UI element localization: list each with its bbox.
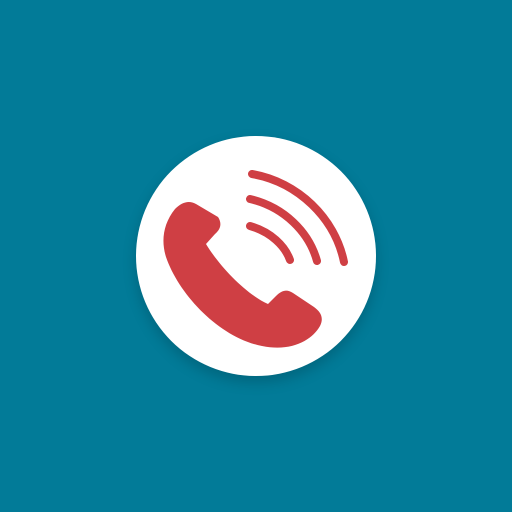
signal-wave-small-icon: [246, 222, 294, 264]
phone-call-icon-svg: [163, 170, 348, 348]
app-icon-canvas: [0, 0, 512, 512]
signal-wave-large-icon: [248, 170, 348, 266]
phone-call-icon: [136, 136, 376, 376]
